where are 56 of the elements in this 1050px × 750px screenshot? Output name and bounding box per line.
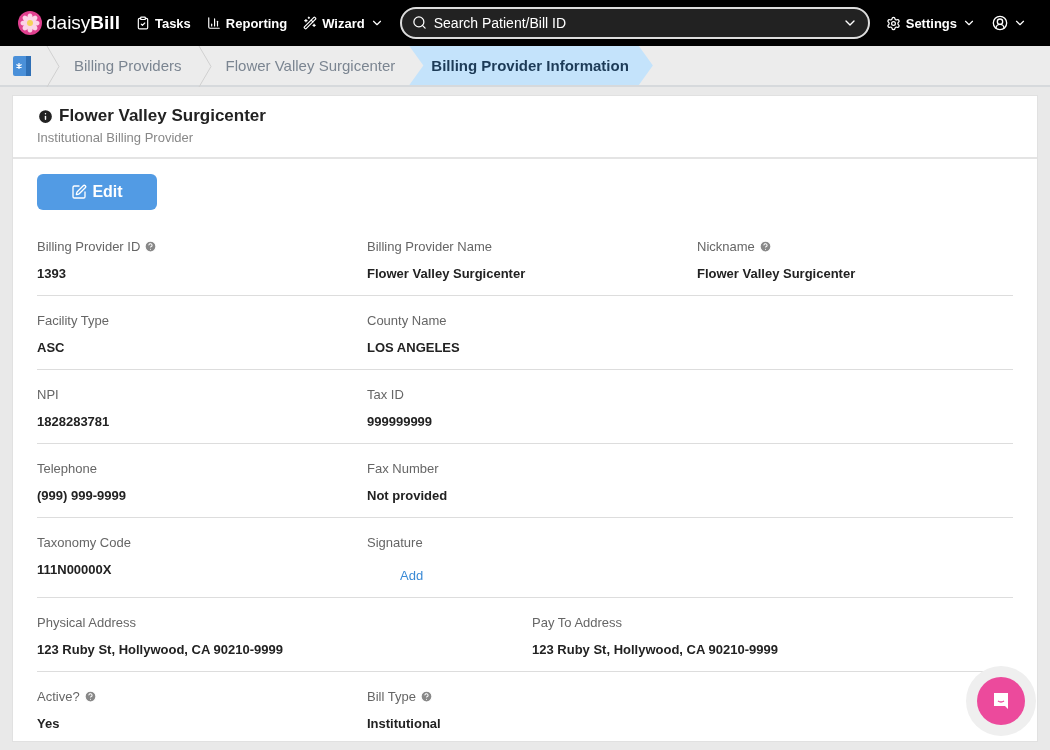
help-icon[interactable] xyxy=(758,240,772,253)
field-label: Bill Type xyxy=(367,689,416,704)
info-icon xyxy=(37,107,54,125)
field-label: Taxonomy Code xyxy=(37,535,131,550)
help-icon[interactable] xyxy=(144,240,158,253)
search-icon xyxy=(411,15,427,30)
field-value: Flower Valley Surgicenter xyxy=(367,266,527,281)
user-menu[interactable] xyxy=(992,15,1027,31)
user-icon xyxy=(992,15,1008,31)
field-value: 123 Ruby St, Hollywood, CA 90210-9999 xyxy=(37,642,284,657)
field-value: 111N00000X xyxy=(37,562,113,577)
help-icon[interactable] xyxy=(419,690,433,703)
field-label: County Name xyxy=(367,313,447,328)
field-label: Nickname xyxy=(697,239,755,254)
field-value: Institutional xyxy=(367,716,442,731)
nav-link[interactable]: Tasks xyxy=(135,15,191,31)
field-value: LOS ANGELES xyxy=(367,340,461,355)
field-value: Not provided xyxy=(367,488,449,503)
field-label: Billing Provider Name xyxy=(367,239,492,254)
field-value: 999999999 xyxy=(367,414,434,429)
field-label: NPI xyxy=(37,387,59,402)
provider-card-icon[interactable] xyxy=(12,54,32,77)
field-label: Signature xyxy=(367,535,423,550)
nav-link[interactable]: Reporting xyxy=(206,15,288,31)
field-label: Facility Type xyxy=(37,313,109,328)
field-label: Fax Number xyxy=(367,461,439,476)
field-label: Telephone xyxy=(37,461,97,476)
field-value: (999) 999-9999 xyxy=(37,488,127,503)
bar-chart-icon xyxy=(206,16,221,30)
field-label: Physical Address xyxy=(37,615,136,630)
edit-icon xyxy=(71,184,88,200)
settings-icon xyxy=(885,15,901,31)
chat-bubble-icon xyxy=(991,691,1011,711)
chat-button[interactable] xyxy=(977,677,1025,725)
search-field[interactable]: Search Patient/Bill ID xyxy=(399,7,870,39)
field-value: 1393 xyxy=(37,266,67,281)
brand-name: daisyBill xyxy=(46,12,120,34)
field-value: ASC xyxy=(37,340,66,355)
clipboard-icon xyxy=(135,16,150,30)
add-link[interactable]: Add xyxy=(400,568,424,583)
nav-link[interactable]: Wizard xyxy=(303,15,384,31)
field-value: 123 Ruby St, Hollywood, CA 90210-9999 xyxy=(532,642,779,657)
breadcrumb-link[interactable]: Billing Provider Information xyxy=(409,46,653,85)
provider-title: Flower Valley Surgicenter xyxy=(59,106,266,126)
field-value: Yes xyxy=(37,716,61,731)
provider-subtitle: Institutional Billing Provider xyxy=(37,130,195,145)
field-label: Billing Provider ID xyxy=(37,239,141,254)
field-label: Pay To Address xyxy=(532,615,623,630)
daisy-logo-icon xyxy=(18,11,42,35)
help-icon[interactable] xyxy=(83,690,97,703)
field-value: Flower Valley Surgicenter xyxy=(697,266,857,281)
field-value: 1828283781 xyxy=(37,414,111,429)
magic-wand-icon xyxy=(303,16,318,30)
field-label: Tax ID xyxy=(367,387,404,402)
field-label: Active? xyxy=(37,689,80,704)
settings-menu[interactable]: Settings xyxy=(885,15,976,31)
